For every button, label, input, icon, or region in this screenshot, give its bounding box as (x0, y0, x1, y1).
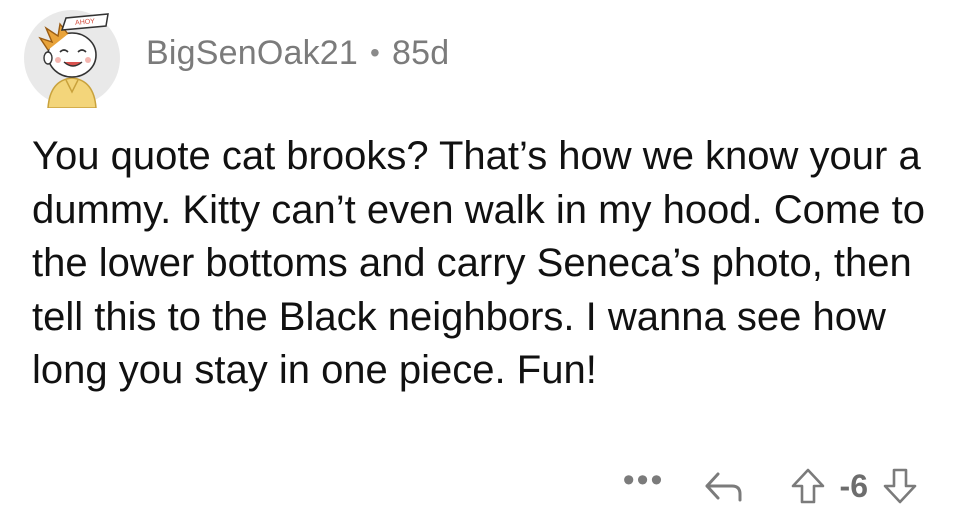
meta-separator: • (370, 37, 381, 68)
username[interactable]: BigSenOak21 (146, 34, 358, 73)
downvote-button[interactable] (882, 466, 918, 506)
downvote-arrow-icon (883, 468, 917, 504)
more-options-icon: ••• (622, 461, 665, 499)
upvote-arrow-icon (791, 468, 824, 504)
more-options-button[interactable]: ••• (614, 463, 674, 497)
comment-card: AHOY BigSenOak21 • 85d You quote cat bro… (0, 0, 966, 526)
avatar-image: AHOY (24, 10, 120, 108)
vote-score: -6 (839, 467, 868, 504)
comment-actions: ••• -6 (614, 463, 918, 506)
comment-age: 85d (392, 33, 450, 72)
comment-body: You quote cat brooks? That’s how we know… (32, 130, 932, 398)
reply-button[interactable] (702, 466, 746, 506)
upvote-button[interactable] (790, 466, 826, 506)
comment-text: You quote cat brooks? That’s how we know… (32, 134, 925, 392)
comment-header: AHOY BigSenOak21 • 85d (22, 8, 449, 108)
comment-meta: BigSenOak21 • 85d (146, 34, 449, 73)
avatar[interactable]: AHOY (22, 8, 122, 108)
reply-arrow-icon (705, 472, 742, 502)
